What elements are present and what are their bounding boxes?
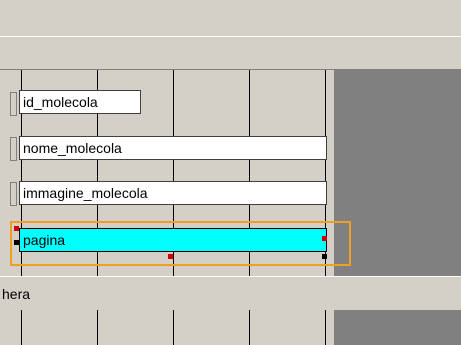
grid-tick [173,174,174,180]
grid-tick [97,129,98,135]
resize-handle[interactable] [322,236,327,241]
grid-tick [97,174,98,180]
resize-handle[interactable] [14,240,19,245]
top-toolbar-area [0,0,461,36]
resize-handle[interactable] [168,254,173,259]
outside-form-area [334,70,461,276]
grid-tick [97,215,98,221]
resize-handle[interactable] [322,254,327,259]
resize-handle[interactable] [14,226,19,231]
section-label: hera [2,286,31,302]
field-nome-molecola[interactable]: nome_molecola [19,136,327,160]
field-immagine-molecola[interactable]: immagine_molecola [19,181,327,205]
field-pagina[interactable]: pagina [19,228,327,252]
outside-form-area [334,310,461,345]
row-selector[interactable] [10,137,17,161]
field-id-molecola[interactable]: id_molecola [19,90,141,114]
row-selector[interactable] [10,182,17,206]
design-grid-lower[interactable] [0,310,334,345]
grid-tick [249,174,250,180]
grid-tick [249,129,250,135]
ruler-band [0,37,461,70]
section-footer-bar[interactable] [0,276,461,311]
grid-tick [173,129,174,135]
grid-tick [249,215,250,221]
row-selector[interactable] [10,92,17,116]
